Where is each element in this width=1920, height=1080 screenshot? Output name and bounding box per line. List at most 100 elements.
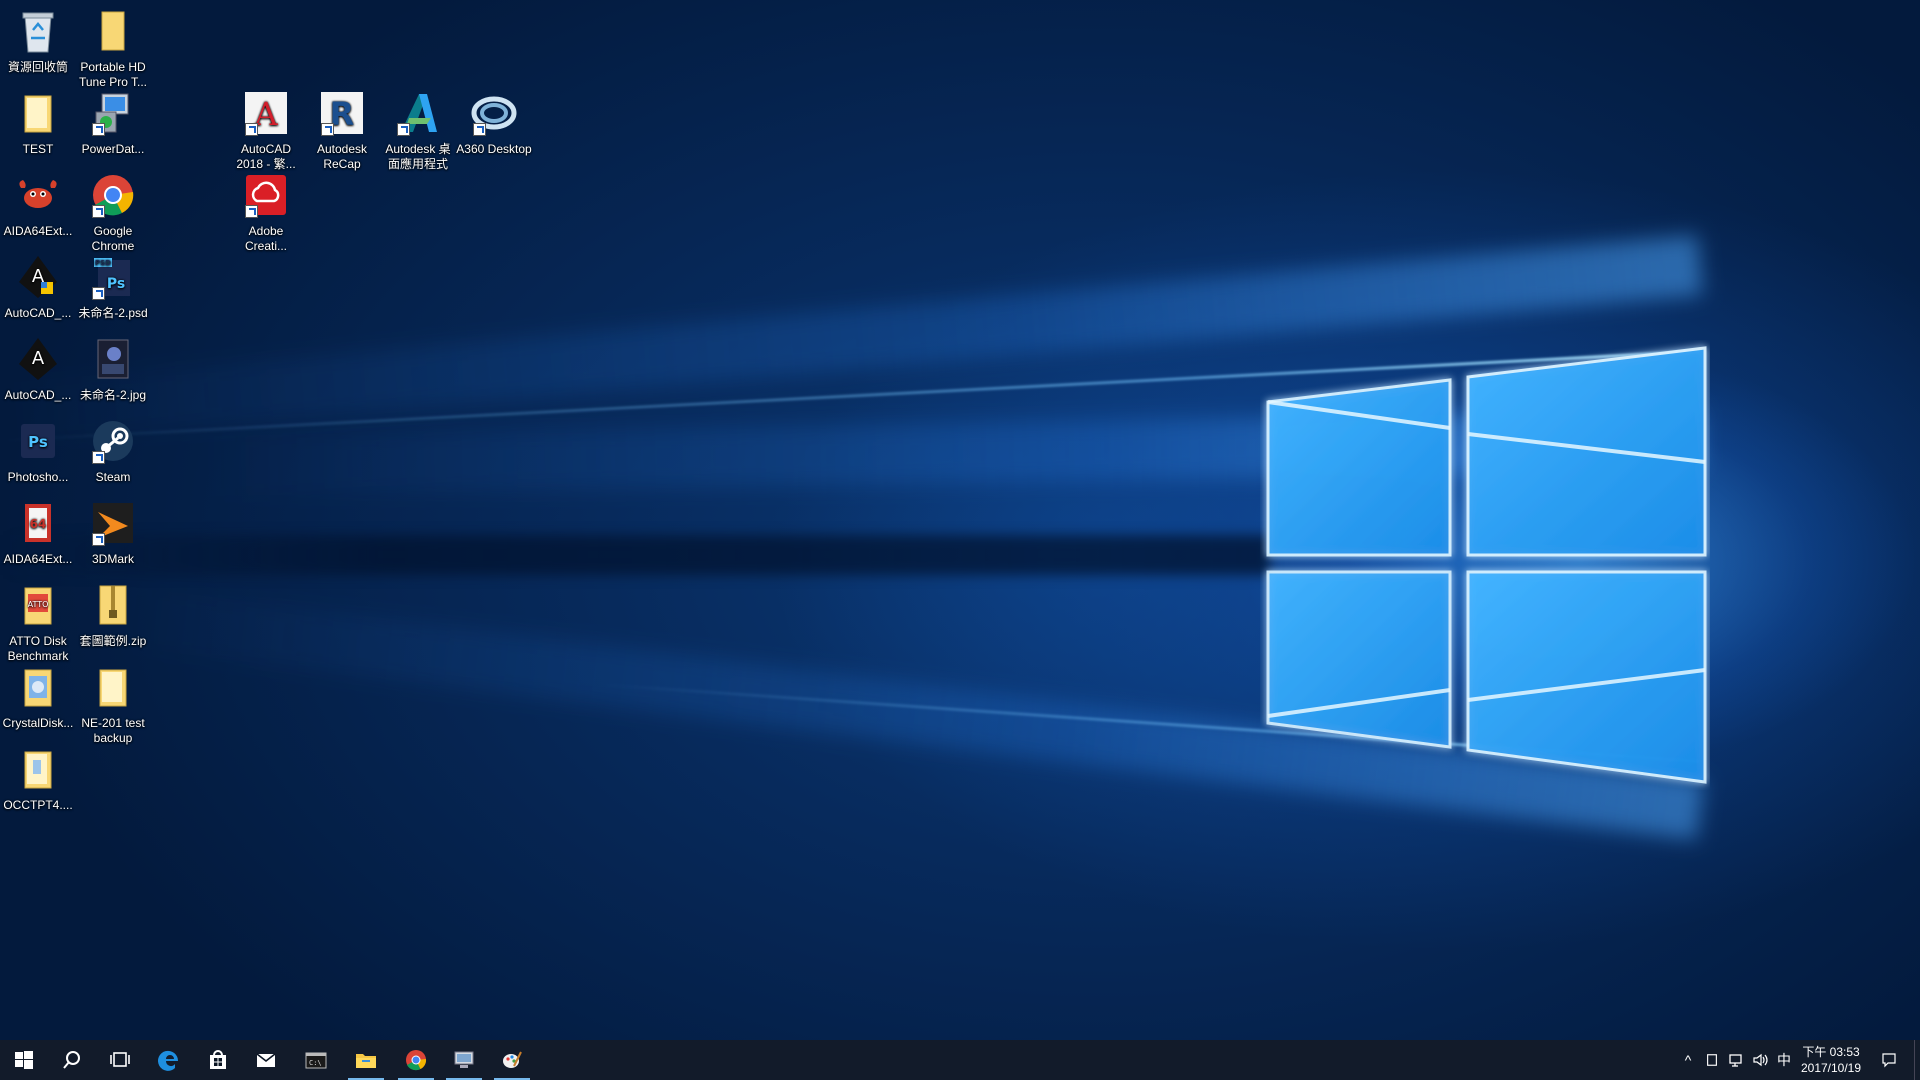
paint-taskbar-button[interactable] <box>488 1040 536 1080</box>
desktop-icon-crystaldisk[interactable]: CrystalDisk... <box>0 662 76 731</box>
network-icon <box>1729 1054 1742 1067</box>
mail-icon <box>256 1053 276 1067</box>
autocad-installer-icon: A <box>13 252 63 302</box>
shadow-band <box>0 535 1270 575</box>
store-icon <box>210 1050 226 1069</box>
icon-label: AutoCAD_... <box>4 306 72 320</box>
a360-icon <box>469 88 519 138</box>
3dmark-icon <box>88 498 138 548</box>
icon-label: ATTO Disk Benchmark <box>7 634 69 663</box>
recycle-bin-icon <box>13 6 63 56</box>
creative-cloud-icon <box>241 170 291 220</box>
powerdata-icon <box>88 88 138 138</box>
desktop-icon-occtpt4[interactable]: OCCTPT4.... <box>0 744 76 813</box>
tray-device-icon[interactable] <box>1700 1040 1724 1080</box>
shortcut-arrow-icon <box>92 205 105 218</box>
desktop-icon-psd-file[interactable]: PSD Ps 未命名-2.psd <box>75 252 151 321</box>
desktop-icon-hdtune[interactable]: Portable HD Tune Pro T... <box>75 6 151 90</box>
folder-icon <box>88 662 138 712</box>
icon-label: TEST <box>22 142 54 156</box>
taskbar-clock[interactable]: 下午 03:53 2017/10/19 <box>1796 1044 1866 1076</box>
tablet-icon <box>1707 1054 1717 1066</box>
icon-label: Google Chrome <box>91 224 135 253</box>
store-taskbar-button[interactable] <box>194 1040 242 1080</box>
desktop-icon-autocad-black[interactable]: A AutoCAD_... <box>0 334 76 403</box>
desktop-icon-recycle-bin[interactable]: 資源回收筒 <box>0 6 76 75</box>
zip-folder-icon <box>88 580 138 630</box>
desktop-icon-aida64[interactable]: AIDA64Ext... <box>0 170 76 239</box>
icon-label: 套圖範例.zip <box>79 634 147 648</box>
photoshop-icon: Ps <box>13 416 63 466</box>
folder-icon <box>13 744 63 794</box>
icon-label: NE-201 test backup <box>81 716 145 745</box>
desktop-icon-3dmark[interactable]: 3DMark <box>75 498 151 567</box>
icon-label: Portable HD Tune Pro T... <box>78 60 148 89</box>
terminal-icon: C:\ <box>305 1052 327 1069</box>
desktop-icon-zip[interactable]: 套圖範例.zip <box>75 580 151 649</box>
paint-icon <box>503 1051 522 1068</box>
svg-text:PSD: PSD <box>95 259 111 267</box>
search-button[interactable] <box>48 1040 96 1080</box>
svg-text:A: A <box>32 348 45 369</box>
shortcut-arrow-icon <box>92 123 105 136</box>
desktop-background: 資源回收筒 TEST AIDA64Ext... A AutoCAD_... A … <box>0 0 1920 1040</box>
shortcut-arrow-icon <box>92 287 105 300</box>
desktop-icon-jpg-file[interactable]: 未命名-2.jpg <box>75 334 151 403</box>
terminal-taskbar-button[interactable]: C:\ <box>292 1040 340 1080</box>
tray-network-icon[interactable] <box>1724 1040 1748 1080</box>
edge-icon <box>158 1050 179 1071</box>
autocad-icon: A <box>241 88 291 138</box>
steam-icon <box>88 416 138 466</box>
icon-label: OCCTPT4.... <box>3 798 73 812</box>
chrome-taskbar-button[interactable] <box>392 1040 440 1080</box>
icon-label: AutoCAD 2018 - 繁... <box>236 142 296 171</box>
edge-taskbar-button[interactable] <box>146 1040 194 1080</box>
icon-label: Autodesk ReCap <box>316 142 368 171</box>
desktop-icon-ne201-backup[interactable]: NE-201 test backup <box>75 662 151 746</box>
autodesk-icon <box>393 88 443 138</box>
show-desktop-button[interactable] <box>1914 1040 1920 1080</box>
taskbar: C:\ ^ 中 下午 03:53 2017/10/19 <box>0 1040 1920 1080</box>
icon-label: PowerDat... <box>81 142 145 156</box>
desktop-icon-steam[interactable]: Steam <box>75 416 151 485</box>
desktop-icon-powerdata[interactable]: PowerDat... <box>75 88 151 157</box>
start-icon <box>15 1051 33 1069</box>
desktop-icon-autocad-installer[interactable]: A AutoCAD_... <box>0 252 76 321</box>
tray-volume-icon[interactable] <box>1748 1040 1772 1080</box>
file-explorer-icon <box>356 1054 376 1068</box>
input-method-indicator[interactable]: 中 <box>1772 1040 1796 1080</box>
autocad-black-icon: A <box>13 334 63 384</box>
desktop-icon-test[interactable]: TEST <box>0 88 76 157</box>
desktop-icon-adobe-creative-cloud[interactable]: Adobe Creati... <box>228 170 304 254</box>
icon-label: CrystalDisk... <box>2 716 74 730</box>
mail-taskbar-button[interactable] <box>242 1040 290 1080</box>
clock-time: 下午 03:53 <box>1802 1045 1860 1059</box>
desktop-icon-aida64-book[interactable]: 64 AIDA64Ext... <box>0 498 76 567</box>
desktop-icon-autocad-2018[interactable]: A AutoCAD 2018 - 繁... <box>228 88 304 172</box>
recap-icon: R <box>317 88 367 138</box>
remote-desktop-taskbar-button[interactable] <box>440 1040 488 1080</box>
file-explorer-taskbar-button[interactable] <box>342 1040 390 1080</box>
show-hidden-icons-chevron[interactable]: ^ <box>1676 1040 1700 1080</box>
desktop-icon-photoshop[interactable]: Ps Photosho... <box>0 416 76 485</box>
icon-label: AIDA64Ext... <box>3 552 73 566</box>
icon-label: 3DMark <box>91 552 134 566</box>
ime-label: 中 <box>1777 1052 1791 1068</box>
windows-logo-wallpaper <box>1266 346 1707 784</box>
svg-text:C:\: C:\ <box>309 1059 322 1067</box>
shortcut-arrow-icon <box>397 123 410 136</box>
task-view-button[interactable] <box>96 1040 144 1080</box>
folder-icon <box>13 88 63 138</box>
start-button[interactable] <box>0 1040 48 1080</box>
desktop-icon-autodesk-desktop-app[interactable]: Autodesk 桌面應用程式 <box>380 88 456 172</box>
desktop-icon-a360[interactable]: A360 Desktop <box>456 88 532 157</box>
desktop-icon-autodesk-recap[interactable]: R Autodesk ReCap <box>304 88 380 172</box>
chrome-icon <box>406 1050 427 1071</box>
desktop-icon-google-chrome[interactable]: Google Chrome <box>75 170 151 254</box>
desktop-icon-atto[interactable]: ATTO ATTO Disk Benchmark <box>0 580 76 664</box>
task-view-icon <box>110 1052 130 1067</box>
svg-text:Ps: Ps <box>107 276 125 292</box>
crystaldisk-icon <box>13 662 63 712</box>
svg-text:64: 64 <box>30 517 47 531</box>
action-center-button[interactable] <box>1874 1040 1904 1080</box>
